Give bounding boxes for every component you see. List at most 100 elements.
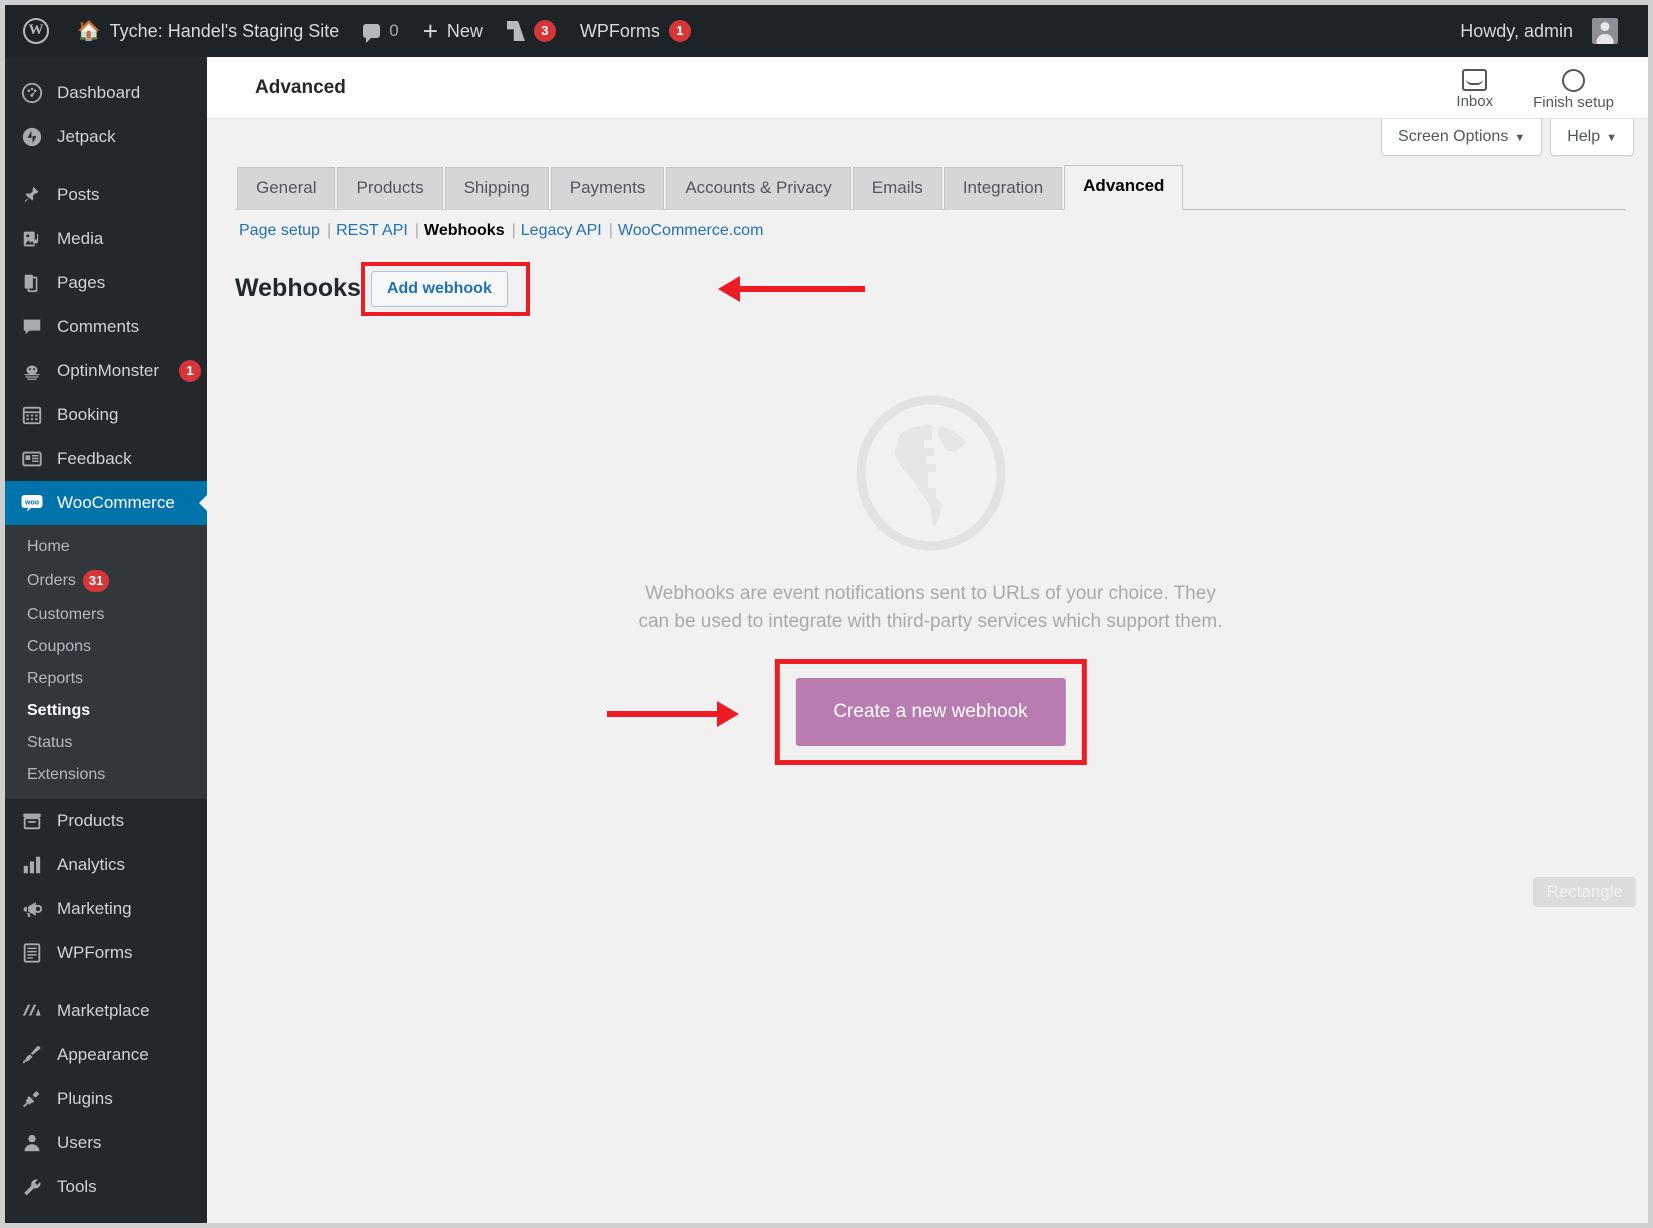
submenu-item-coupons[interactable]: Coupons [5, 631, 207, 663]
screen-meta-links: Screen Options ▼ Help ▼ [1381, 119, 1634, 156]
submenu-item-label: Home [27, 538, 70, 555]
sidebar-item-wpforms[interactable]: WPForms [5, 931, 207, 975]
subnav-link-legacy-api[interactable]: Legacy API [521, 222, 602, 240]
finish-setup-button[interactable]: Finish setup [1533, 65, 1614, 111]
dashboard-icon [20, 81, 44, 105]
webhooks-header-row: Webhooks Add webhook [235, 261, 1626, 316]
pages-icon [20, 271, 44, 295]
tab-shipping[interactable]: Shipping [444, 167, 549, 210]
settings-tabs[interactable]: General Products Shipping Payments Accounts … [235, 165, 1626, 210]
menu-separator [5, 975, 207, 989]
sidebar-item-marketing[interactable]: Marketing [5, 887, 207, 931]
tab-integration[interactable]: Integration [943, 167, 1063, 210]
plug-icon [20, 1087, 44, 1111]
feedback-icon [20, 447, 44, 471]
sidebar-item-woocommerce[interactable]: woo WooCommerce [5, 481, 207, 525]
sidebar-item-products[interactable]: Products [5, 799, 207, 843]
submenu-item-status[interactable]: Status [5, 727, 207, 759]
sidebar-item-jetpack[interactable]: Jetpack [5, 115, 207, 159]
home-icon: 🏠 [77, 21, 101, 42]
sidebar-item-media[interactable]: Media [5, 217, 207, 261]
sidebar-item-appearance[interactable]: Appearance [5, 1033, 207, 1077]
paintbrush-icon [20, 1043, 44, 1067]
help-label: Help [1567, 128, 1601, 145]
media-icon [20, 227, 44, 251]
submenu-item-label: Extensions [27, 766, 106, 783]
sidebar-item-pages[interactable]: Pages [5, 261, 207, 305]
sidebar-item-label: Tools [57, 1177, 97, 1196]
submenu-item-customers[interactable]: Customers [5, 599, 207, 631]
screen-options-button[interactable]: Screen Options ▼ [1381, 119, 1543, 156]
sidebar-item-comments[interactable]: Comments [5, 305, 207, 349]
wrench-icon [20, 1175, 44, 1199]
sidebar-item-label: Posts [57, 185, 100, 204]
howdy-label: Howdy, admin [1460, 20, 1573, 41]
subnav-link-woocommerce-com[interactable]: WooCommerce.com [618, 222, 764, 240]
help-button[interactable]: Help ▼ [1550, 119, 1634, 156]
submenu-item-label: Coupons [27, 638, 92, 655]
submenu-item-extensions[interactable]: Extensions [5, 759, 207, 791]
admin-sidebar[interactable]: Dashboard Jetpack Posts Media Pages Comm… [5, 57, 207, 1223]
subnav-link-label: Webhooks [424, 221, 505, 239]
settings-subnav[interactable]: Page setup | REST API | Webhooks | Legacy API |… [235, 210, 1626, 240]
webhooks-empty-state: Webhooks are event notifications sent to… [235, 316, 1626, 765]
howdy-user-menu[interactable]: Howdy, admin [1442, 5, 1634, 57]
subnav-link-webhooks[interactable]: Webhooks [424, 222, 505, 240]
tab-general[interactable]: General [237, 167, 336, 210]
sidebar-item-analytics[interactable]: Analytics [5, 843, 207, 887]
submenu-item-reports[interactable]: Reports [5, 663, 207, 695]
sidebar-item-label: Users [57, 1133, 102, 1152]
subnav-separator: | [511, 221, 516, 239]
comments-button[interactable]: 0 [351, 5, 410, 57]
screen-options-label: Screen Options [1398, 128, 1509, 145]
new-content-button[interactable]: + New [411, 5, 495, 57]
sidebar-item-label: Media [57, 229, 104, 248]
sidebar-item-booking[interactable]: Booking [5, 393, 207, 437]
chevron-down-icon: ▼ [1514, 132, 1526, 144]
yoast-seo-button[interactable]: 3 [495, 5, 568, 57]
tab-emails[interactable]: Emails [852, 167, 942, 210]
sidebar-item-tools[interactable]: Tools [5, 1165, 207, 1209]
tab-accounts-privacy[interactable]: Accounts & Privacy [666, 167, 851, 210]
wordpress-logo-button[interactable] [5, 5, 65, 57]
site-name-button[interactable]: 🏠 Tyche: Handel's Staging Site [65, 5, 351, 57]
tab-payments[interactable]: Payments [550, 167, 665, 210]
woocommerce-submenu[interactable]: Home Orders 31 Customers Coupons Reports [5, 525, 207, 799]
sidebar-item-posts[interactable]: Posts [5, 173, 207, 217]
tab-advanced[interactable]: Advanced [1064, 165, 1184, 210]
wordpress-logo-icon [23, 18, 49, 44]
yoast-icon [506, 21, 525, 41]
subnav-link-page-setup[interactable]: Page setup [239, 222, 320, 240]
sidebar-item-label: Pages [57, 273, 106, 292]
jetpack-icon [20, 125, 44, 149]
subnav-link-rest-api[interactable]: REST API [336, 222, 408, 240]
tab-products[interactable]: Products [337, 167, 443, 210]
inbox-label: Inbox [1456, 92, 1494, 110]
sidebar-item-dashboard[interactable]: Dashboard [5, 71, 207, 115]
new-label: New [446, 20, 483, 41]
inbox-icon [1462, 68, 1488, 91]
sidebar-item-users[interactable]: Users [5, 1121, 207, 1165]
wpforms-button[interactable]: WPForms 1 [568, 5, 703, 57]
submenu-item-orders[interactable]: Orders 31 [5, 563, 207, 599]
globe-icon [856, 395, 1005, 551]
sidebar-item-label: Dashboard [57, 83, 141, 102]
submenu-item-label: Orders [27, 572, 76, 589]
add-webhook-button[interactable]: Add webhook [370, 270, 508, 307]
tab-label: Emails [871, 178, 923, 197]
inbox-button[interactable]: Inbox [1456, 65, 1493, 110]
sidebar-item-plugins[interactable]: Plugins [5, 1077, 207, 1121]
sidebar-item-label: Booking [57, 405, 119, 424]
tab-label: Advanced [1083, 176, 1165, 195]
sidebar-item-marketplace[interactable]: Marketplace [5, 989, 207, 1033]
create-new-webhook-button[interactable]: Create a new webhook [795, 677, 1066, 746]
submenu-item-settings[interactable]: Settings [5, 695, 207, 727]
sidebar-item-label: OptinMonster [57, 361, 160, 380]
sidebar-item-optinmonster[interactable]: OptinMonster 1 [5, 349, 207, 393]
submenu-item-home[interactable]: Home [5, 531, 207, 563]
sidebar-item-feedback[interactable]: Feedback [5, 437, 207, 481]
settings-content: General Products Shipping Payments Accounts … [207, 119, 1648, 907]
comment-bubble-icon [20, 315, 44, 339]
sidebar-item-label: Comments [57, 317, 140, 336]
yoast-badge: 3 [533, 20, 556, 42]
